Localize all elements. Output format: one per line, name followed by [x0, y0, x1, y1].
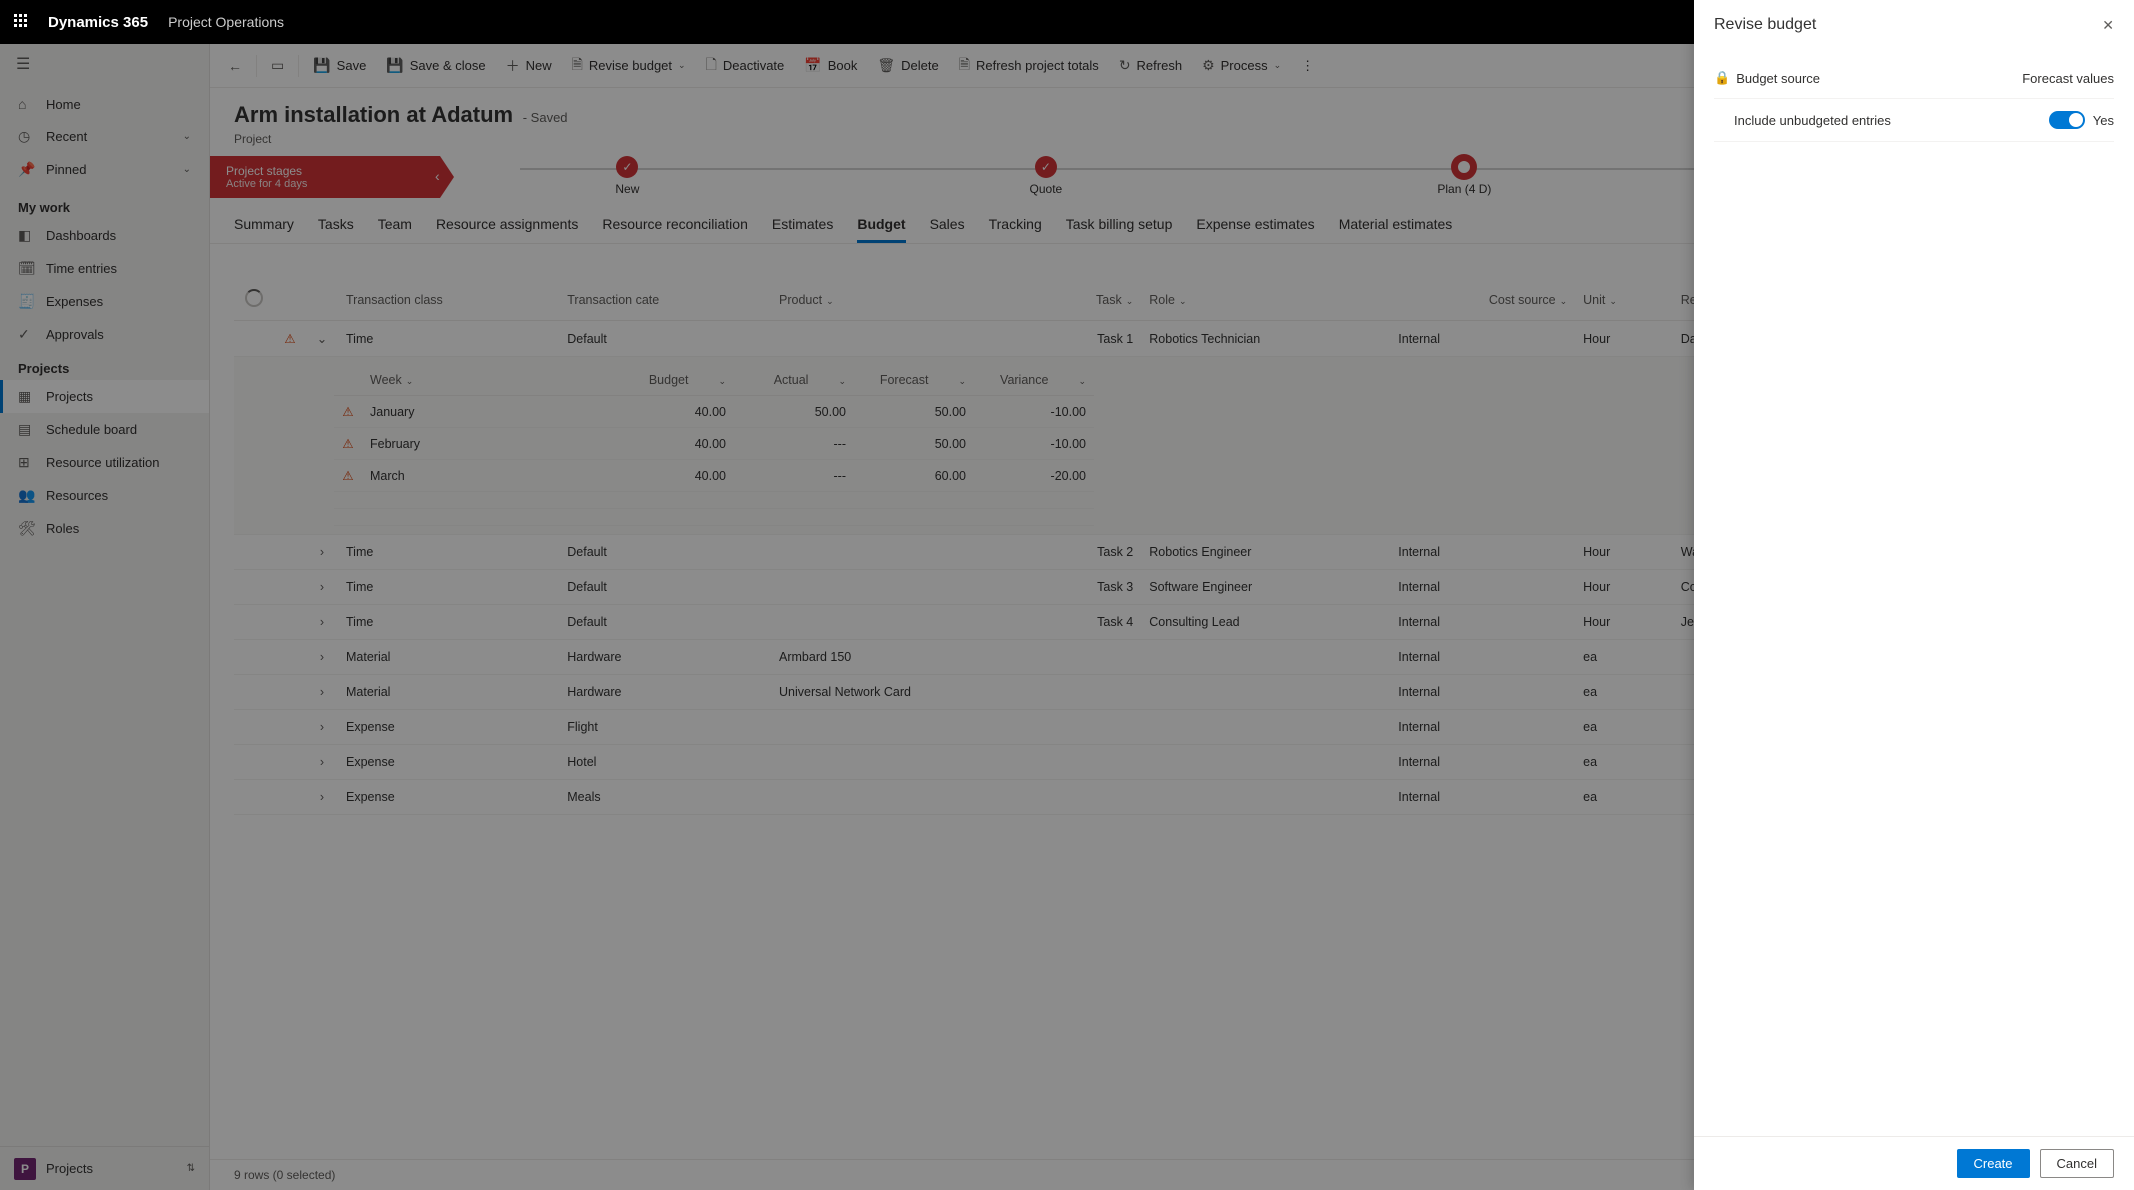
- panel-header: Revise budget ✕: [1694, 0, 2134, 50]
- create-button[interactable]: Create: [1957, 1149, 2030, 1178]
- close-icon: ✕: [2102, 17, 2114, 33]
- panel-close-button[interactable]: ✕: [2102, 17, 2114, 34]
- field-include-unbudgeted: Include unbudgeted entries Yes: [1714, 99, 2114, 142]
- budget-source-label: 🔒 Budget source: [1714, 70, 2022, 86]
- budget-source-value: Forecast values: [2022, 71, 2114, 86]
- field-budget-source: 🔒 Budget source Forecast values: [1714, 58, 2114, 99]
- brand-label: Dynamics 365: [48, 14, 148, 31]
- panel-body: 🔒 Budget source Forecast values Include …: [1694, 50, 2134, 1136]
- include-unbudgeted-value: Yes: [2093, 113, 2114, 128]
- include-unbudgeted-toggle[interactable]: [2049, 111, 2085, 129]
- cancel-button[interactable]: Cancel: [2040, 1149, 2114, 1178]
- revise-budget-panel: Revise budget ✕ 🔒 Budget source Forecast…: [1694, 0, 2134, 1190]
- include-toggle-wrap: Yes: [2049, 111, 2114, 129]
- budget-source-label-text: Budget source: [1736, 71, 1820, 86]
- lock-icon: 🔒: [1714, 70, 1730, 86]
- panel-title: Revise budget: [1714, 16, 1816, 34]
- panel-footer: Create Cancel: [1694, 1136, 2134, 1190]
- module-label: Project Operations: [168, 14, 284, 30]
- include-unbudgeted-label: Include unbudgeted entries: [1714, 113, 2049, 128]
- app-launcher-icon[interactable]: [14, 14, 30, 30]
